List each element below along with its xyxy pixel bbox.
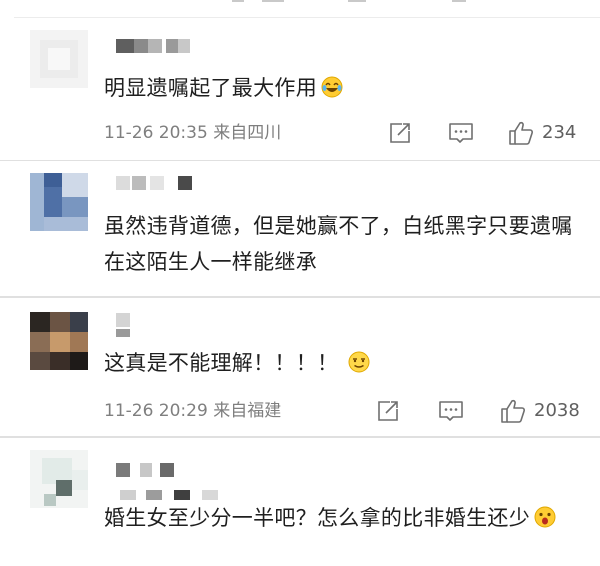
awkward-smile-emoji-icon xyxy=(348,351,370,373)
comment-text-content: 婚生女至少分一半吧？怎么拿的比非婚生还少 xyxy=(104,506,530,530)
comment-item: 虽然违背道德，但是她赢不了，白纸黑字只要遗嘱在这陌生人一样能继承 xyxy=(0,161,600,296)
avatar[interactable] xyxy=(30,30,88,88)
like-count: 234 xyxy=(542,122,577,143)
like-button[interactable]: 2038 xyxy=(500,398,580,424)
comment-button[interactable] xyxy=(438,398,464,424)
comment-icon xyxy=(439,401,463,421)
comment-text-content: 这真是不能理解！！！！ xyxy=(104,351,339,375)
thumbs-up-icon xyxy=(509,121,533,145)
comment-meta: 11-26 20:35 来自四川 234 xyxy=(104,120,582,146)
like-count: 2038 xyxy=(534,400,580,421)
share-button[interactable] xyxy=(376,398,400,424)
laughing-tears-emoji-icon xyxy=(321,76,343,98)
username-blurred[interactable] xyxy=(116,313,146,337)
like-button[interactable]: 234 xyxy=(508,120,576,146)
username-blurred[interactable] xyxy=(116,176,196,190)
comment-text: 明显遗嘱起了最大作用 xyxy=(104,70,586,106)
username-blurred[interactable] xyxy=(116,463,186,477)
shocked-emoji-icon xyxy=(534,506,556,528)
comment-button[interactable] xyxy=(448,120,474,146)
avatar[interactable] xyxy=(30,450,88,508)
comment-icon xyxy=(449,123,473,143)
comment-item: 这真是不能理解！！！！ 11-26 20:29 来自福建 2038 xyxy=(0,298,600,436)
comment-text: 虽然违背道德，但是她赢不了，白纸黑字只要遗嘱在这陌生人一样能继承 xyxy=(104,214,573,274)
username-blurred-extra xyxy=(120,490,240,500)
comment-timestamp: 11-26 20:29 来自福建 xyxy=(104,401,282,421)
thumbs-up-icon xyxy=(501,399,525,423)
share-button[interactable] xyxy=(388,120,412,146)
comment-meta: 11-26 20:29 来自福建 2038 xyxy=(104,398,582,424)
comment-item: 明显遗嘱起了最大作用 11-26 20:35 来自四川 234 xyxy=(0,0,600,160)
comment-timestamp: 11-26 20:35 来自四川 xyxy=(104,123,282,143)
comment-item: 婚生女至少分一半吧？怎么拿的比非婚生还少 xyxy=(0,438,600,566)
share-icon xyxy=(378,401,398,421)
share-icon xyxy=(390,123,410,143)
comment-text: 这真是不能理解！！！！ xyxy=(104,345,586,381)
username-blurred[interactable] xyxy=(116,39,196,53)
comment-text-content: 明显遗嘱起了最大作用 xyxy=(104,76,317,100)
comment-text: 婚生女至少分一半吧？怎么拿的比非婚生还少 xyxy=(104,500,586,536)
avatar[interactable] xyxy=(30,312,88,370)
avatar[interactable] xyxy=(30,173,88,231)
